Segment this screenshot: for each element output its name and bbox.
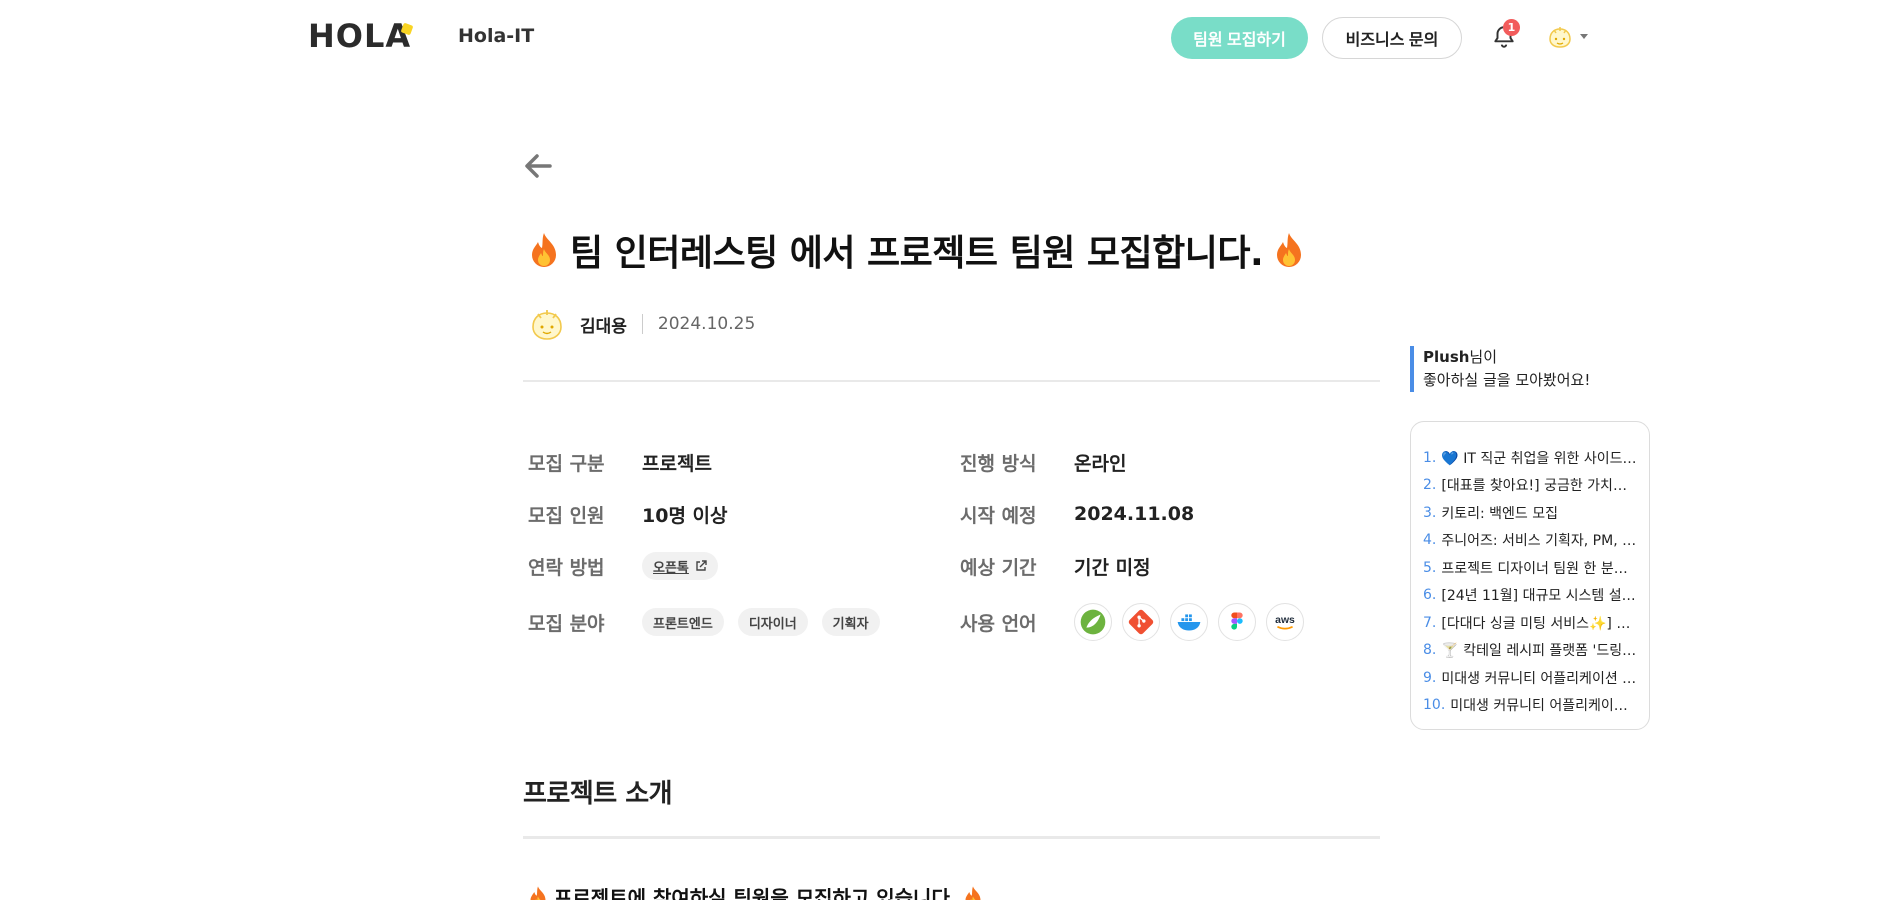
- business-inquiry-button[interactable]: 비즈니스 문의: [1322, 17, 1462, 59]
- intro-line: 프로젝트에 참여하실 팀원을 모집하고 있습니다.: [528, 882, 983, 900]
- info-method: 진행 방식 온라인: [960, 445, 1126, 479]
- list-item[interactable]: 2.[대표를 찾아요!] 궁금한 가치관 테스트: [1423, 472, 1639, 500]
- logo-text: HOLA: [308, 17, 412, 55]
- list-item-number: 9.: [1423, 669, 1437, 686]
- post-date: 2024.10.25: [657, 314, 756, 334]
- recommendation-list: 1.💙 IT 직군 취업을 위한 사이드 프로젝트 2.[대표를 찾아요!] 궁…: [1410, 421, 1650, 730]
- info-label: 진행 방식: [960, 452, 1037, 475]
- info-label: 연락 방법: [528, 556, 605, 579]
- info-people: 모집 인원 10명 이상: [528, 497, 728, 531]
- info-label: 모집 구분: [528, 452, 605, 475]
- list-item-number: 5.: [1423, 559, 1437, 576]
- post-title-text: 팀 인터레스팅 에서 프로젝트 팀원 모집합니다.: [570, 233, 1264, 274]
- chevron-down-icon[interactable]: [1580, 34, 1588, 39]
- info-label: 사용 언어: [960, 612, 1037, 635]
- recommendation-suffix: 님이: [1469, 348, 1498, 366]
- figma-icon: [1218, 603, 1256, 641]
- info-contact: 연락 방법 오픈톡: [528, 549, 732, 583]
- author-avatar-icon[interactable]: [528, 305, 566, 343]
- list-item-title: 키토리: 백엔드 모집: [1441, 505, 1559, 522]
- notification-badge: 1: [1503, 19, 1520, 36]
- info-label: 모집 인원: [528, 504, 605, 527]
- info-value: 10명 이상: [642, 504, 728, 527]
- section-title: 프로젝트 소개: [523, 779, 673, 809]
- info-value: 온라인: [1074, 452, 1127, 475]
- docker-icon: [1170, 603, 1208, 641]
- info-category: 모집 구분 프로젝트: [528, 445, 712, 479]
- recruit-team-button[interactable]: 팀원 모집하기: [1171, 17, 1308, 59]
- list-item-title: 미대생 커뮤니티 어플리케이션 '아트' 디자이너: [1450, 698, 1639, 715]
- top-navigation: HOLA Hola-IT 팀원 모집하기 비즈니스 문의 1: [0, 0, 1891, 76]
- list-item[interactable]: 5.프로젝트 디자이너 팀원 한 분을 모십니다: [1423, 554, 1639, 582]
- info-value: 기간 미정: [1074, 556, 1151, 579]
- info-languages: 사용 언어 aws: [960, 603, 1314, 641]
- external-link-icon: [696, 560, 707, 571]
- info-start: 시작 예정 2024.11.08: [960, 497, 1194, 531]
- divider: [523, 380, 1380, 382]
- list-item-number: 7.: [1423, 614, 1437, 631]
- list-item[interactable]: 7.[다대다 싱글 미팅 서비스✨] 팀원 모집: [1423, 609, 1639, 637]
- list-item-title: [다대다 싱글 미팅 서비스✨] 팀원 모집: [1441, 615, 1639, 632]
- list-item-number: 1.: [1423, 449, 1437, 466]
- info-period: 예상 기간 기간 미정: [960, 549, 1151, 583]
- spring-icon: [1074, 603, 1112, 641]
- git-icon: [1122, 603, 1160, 641]
- recommendation-username: Plush: [1423, 348, 1470, 366]
- list-item[interactable]: 10.미대생 커뮤니티 어플리케이션 '아트' 디자이너: [1423, 692, 1639, 720]
- list-item-number: 4.: [1423, 532, 1437, 549]
- post-title: 팀 인터레스팅 에서 프로젝트 팀원 모집합니다.: [528, 224, 1305, 276]
- info-value: 프로젝트: [642, 452, 712, 475]
- list-item-title: 미대생 커뮤니티 어플리케이션 '아트' 모집: [1441, 670, 1639, 687]
- list-item-number: 6.: [1423, 587, 1437, 604]
- fire-icon: [965, 885, 981, 900]
- info-label: 모집 분야: [528, 612, 605, 635]
- contact-link[interactable]: 오픈톡: [642, 552, 718, 580]
- list-item[interactable]: 4.주니어즈: 서비스 기획자, PM, 디자이너: [1423, 527, 1639, 555]
- hola-logo[interactable]: HOLA: [308, 17, 414, 55]
- list-item[interactable]: 9.미대생 커뮤니티 어플리케이션 '아트' 모집: [1423, 664, 1639, 692]
- info-value: 2024.11.08: [1074, 503, 1195, 525]
- list-item-number: 8.: [1423, 642, 1437, 659]
- fire-icon: [530, 885, 546, 900]
- list-item[interactable]: 3. 키토리: 백엔드 모집: [1423, 499, 1639, 527]
- recommendation-header: Plush님이 좋아하실 글을 모아봤어요!: [1410, 346, 1590, 392]
- divider: [523, 836, 1380, 839]
- list-item-number: 2.: [1423, 477, 1437, 494]
- field-chip: 기획자: [821, 608, 880, 636]
- field-chip: 프론트엔드: [642, 608, 724, 636]
- list-item-title: 🍸 칵테일 레시피 플랫폼 '드링크' 팀원: [1441, 643, 1639, 660]
- user-avatar-icon[interactable]: [1546, 23, 1574, 51]
- back-arrow-icon[interactable]: [522, 152, 554, 180]
- list-item-title: [대표를 찾아요!] 궁금한 가치관 테스트: [1441, 478, 1639, 495]
- author-name[interactable]: 김대용: [580, 312, 627, 337]
- info-label: 예상 기간: [960, 556, 1037, 579]
- list-item-title: [24년 11월] 대규모 시스템 설계 스터디: [1441, 588, 1639, 605]
- contact-link-text: 오픈톡: [653, 560, 689, 576]
- info-label: 시작 예정: [960, 504, 1037, 527]
- info-fields: 모집 분야 프론트엔드 디자이너 기획자: [528, 605, 894, 639]
- list-item-title: 💙 IT 직군 취업을 위한 사이드 프로젝트: [1441, 450, 1639, 467]
- list-item[interactable]: 1.💙 IT 직군 취업을 위한 사이드 프로젝트: [1423, 444, 1639, 472]
- separator: [641, 314, 643, 334]
- list-item-title: 주니어즈: 서비스 기획자, PM, 디자이너: [1441, 533, 1639, 550]
- list-item[interactable]: 6.[24년 11월] 대규모 시스템 설계 스터디: [1423, 582, 1639, 610]
- list-item-number: 3.: [1423, 504, 1437, 521]
- field-chip: 디자이너: [737, 608, 808, 636]
- list-item-title: 프로젝트 디자이너 팀원 한 분을 모십니다: [1441, 560, 1639, 577]
- author-row: 김대용 2024.10.25: [528, 304, 755, 344]
- intro-line-text: 프로젝트에 참여하실 팀원을 모집하고 있습니다.: [554, 886, 958, 900]
- site-name[interactable]: Hola-IT: [458, 25, 534, 47]
- aws-icon: aws: [1266, 603, 1304, 641]
- aws-text: aws: [1275, 615, 1295, 626]
- list-item[interactable]: 8.🍸 칵테일 레시피 플랫폼 '드링크' 팀원: [1423, 637, 1639, 665]
- list-item-number: 10.: [1423, 697, 1446, 714]
- fire-icon: [532, 233, 556, 267]
- recommendation-subtitle: 좋아하실 글을 모아봤어요!: [1423, 371, 1591, 389]
- fire-icon: [1277, 233, 1302, 267]
